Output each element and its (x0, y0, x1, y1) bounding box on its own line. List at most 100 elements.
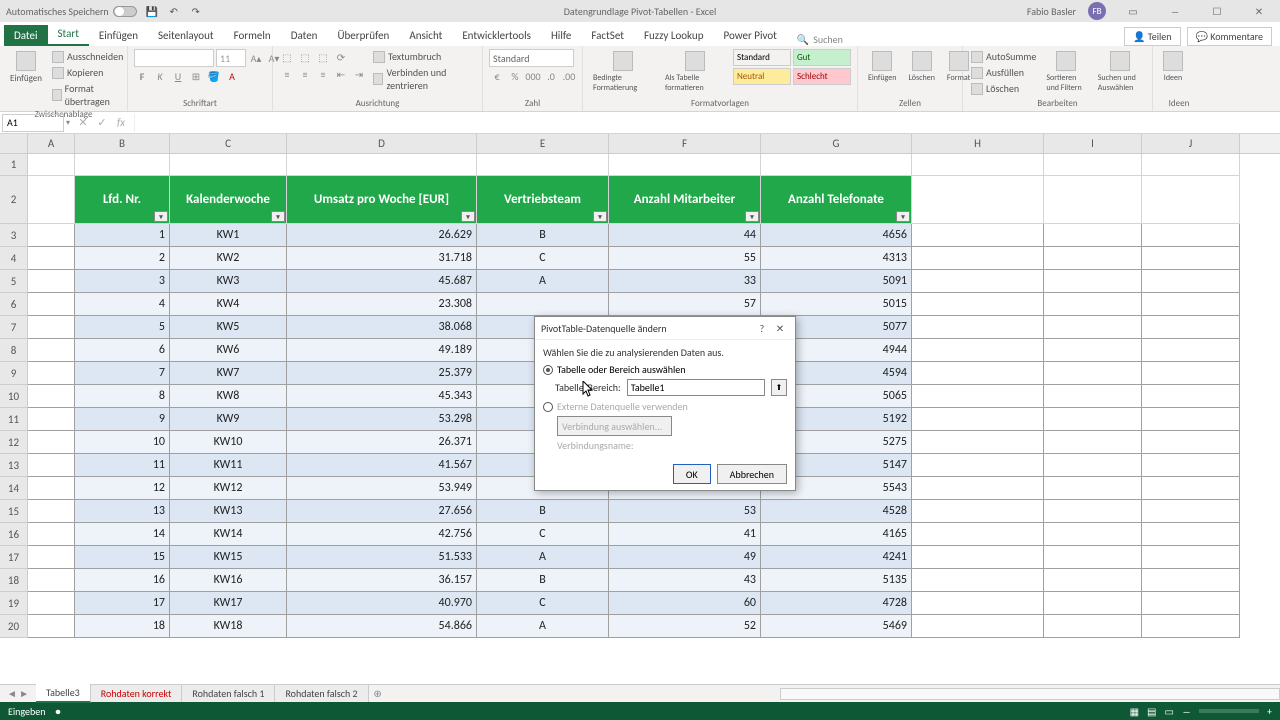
filter-button[interactable]: ▾ (745, 211, 759, 222)
tab-view[interactable]: Ansicht (399, 25, 452, 46)
view-pagelayout-icon[interactable]: ▤ (1147, 705, 1156, 718)
tab-help[interactable]: Hilfe (541, 25, 581, 46)
cell-lfdnr[interactable]: 9 (75, 408, 170, 431)
cell-kw[interactable]: KW12 (170, 477, 287, 500)
row-header[interactable]: 6 (0, 293, 28, 316)
cell-mitarbeiter[interactable]: 57 (609, 293, 761, 316)
avatar[interactable]: FB (1088, 2, 1106, 20)
cell[interactable] (912, 293, 1044, 316)
cell-lfdnr[interactable]: 8 (75, 385, 170, 408)
merge-button[interactable]: Verbinden und zentrieren (371, 65, 476, 93)
view-normal-icon[interactable]: ▦ (1130, 705, 1139, 718)
table-header[interactable]: Kalenderwoche▾ (170, 176, 287, 224)
row-header[interactable]: 5 (0, 270, 28, 293)
cell-umsatz[interactable]: 27.656 (287, 500, 477, 523)
cell-lfdnr[interactable]: 7 (75, 362, 170, 385)
format-as-table-button[interactable]: Als Tabelle formatieren (661, 49, 729, 95)
cell[interactable] (28, 385, 75, 408)
comments-button[interactable]: 💬 Kommentare (1187, 27, 1272, 46)
font-color-button[interactable]: A (224, 68, 240, 84)
bold-button[interactable]: F (134, 68, 150, 84)
cell-kw[interactable]: KW9 (170, 408, 287, 431)
col-header[interactable]: D (287, 134, 477, 153)
percent-icon[interactable]: % (507, 68, 523, 84)
zoom-out-icon[interactable]: ― (1182, 705, 1191, 718)
cell[interactable] (1044, 362, 1142, 385)
row-header[interactable]: 18 (0, 569, 28, 592)
cell-lfdnr[interactable]: 12 (75, 477, 170, 500)
cell-umsatz[interactable]: 45.687 (287, 270, 477, 293)
cell-kw[interactable]: KW16 (170, 569, 287, 592)
cell[interactable] (1142, 615, 1240, 638)
cell-telefonate[interactable]: 5469 (761, 615, 912, 638)
wrap-text-button[interactable]: Textumbruch (371, 49, 476, 64)
col-header[interactable]: I (1044, 134, 1142, 153)
cell[interactable] (28, 154, 75, 176)
filter-button[interactable]: ▾ (593, 211, 607, 222)
cell[interactable] (28, 362, 75, 385)
cell-umsatz[interactable]: 36.157 (287, 569, 477, 592)
cell-kw[interactable]: KW3 (170, 270, 287, 293)
row-header[interactable]: 7 (0, 316, 28, 339)
cell-lfdnr[interactable]: 3 (75, 270, 170, 293)
find-select-button[interactable]: Suchen und Auswählen (1094, 49, 1146, 95)
col-header[interactable]: J (1142, 134, 1240, 153)
cell-umsatz[interactable]: 53.949 (287, 477, 477, 500)
zoom-in-icon[interactable]: + (1267, 705, 1272, 718)
cell[interactable] (1044, 316, 1142, 339)
cell[interactable] (1142, 523, 1240, 546)
cell-mitarbeiter[interactable]: 55 (609, 247, 761, 270)
align-center-icon[interactable]: ≡ (297, 66, 313, 82)
cell[interactable] (1142, 339, 1240, 362)
cell-umsatz[interactable]: 26.371 (287, 431, 477, 454)
cell-team[interactable]: A (477, 546, 609, 569)
italic-button[interactable]: K (152, 68, 168, 84)
radio-table-range[interactable]: Tabelle oder Bereich auswählen (543, 363, 787, 376)
table-header[interactable]: Anzahl Mitarbeiter▾ (609, 176, 761, 224)
cell[interactable] (1044, 615, 1142, 638)
paste-button[interactable]: Einfügen (6, 49, 46, 86)
col-header[interactable]: F (609, 134, 761, 153)
cell-kw[interactable]: KW4 (170, 293, 287, 316)
style-standard[interactable]: Standard (733, 49, 791, 66)
close-icon[interactable]: ✕ (1244, 2, 1274, 20)
cell[interactable] (1142, 385, 1240, 408)
number-format-select[interactable] (489, 49, 574, 67)
align-top-icon[interactable]: ⬚ (279, 49, 295, 65)
cell-telefonate[interactable]: 4656 (761, 224, 912, 247)
cell-team[interactable]: B (477, 224, 609, 247)
cell-umsatz[interactable]: 54.866 (287, 615, 477, 638)
cell-lfdnr[interactable]: 15 (75, 546, 170, 569)
cell[interactable] (1142, 362, 1240, 385)
cell[interactable] (1044, 247, 1142, 270)
cell-telefonate[interactable]: 4728 (761, 592, 912, 615)
cell-umsatz[interactable]: 23.308 (287, 293, 477, 316)
cancel-formula-icon[interactable]: ✕ (74, 114, 92, 132)
cell[interactable] (1044, 293, 1142, 316)
tab-start[interactable]: Start (48, 23, 89, 46)
cell[interactable] (1044, 454, 1142, 477)
cell[interactable] (912, 569, 1044, 592)
cell-umsatz[interactable]: 42.756 (287, 523, 477, 546)
filter-button[interactable]: ▾ (154, 211, 168, 222)
cell[interactable] (1142, 224, 1240, 247)
cell[interactable] (1044, 592, 1142, 615)
tab-developer[interactable]: Entwicklertools (452, 25, 541, 46)
cell[interactable] (912, 592, 1044, 615)
cell-kw[interactable]: KW17 (170, 592, 287, 615)
cell[interactable] (1142, 454, 1240, 477)
cell[interactable] (1142, 247, 1240, 270)
font-select[interactable] (134, 49, 214, 67)
cell[interactable] (761, 154, 912, 176)
cell[interactable] (609, 154, 761, 176)
cell-team[interactable]: C (477, 523, 609, 546)
cell[interactable] (1142, 546, 1240, 569)
cell-mitarbeiter[interactable]: 49 (609, 546, 761, 569)
cell-mitarbeiter[interactable]: 44 (609, 224, 761, 247)
cell[interactable] (912, 247, 1044, 270)
cell-mitarbeiter[interactable]: 60 (609, 592, 761, 615)
cell-lfdnr[interactable]: 6 (75, 339, 170, 362)
cell[interactable] (912, 454, 1044, 477)
cell[interactable] (170, 154, 287, 176)
fx-icon[interactable]: fx (112, 114, 130, 132)
